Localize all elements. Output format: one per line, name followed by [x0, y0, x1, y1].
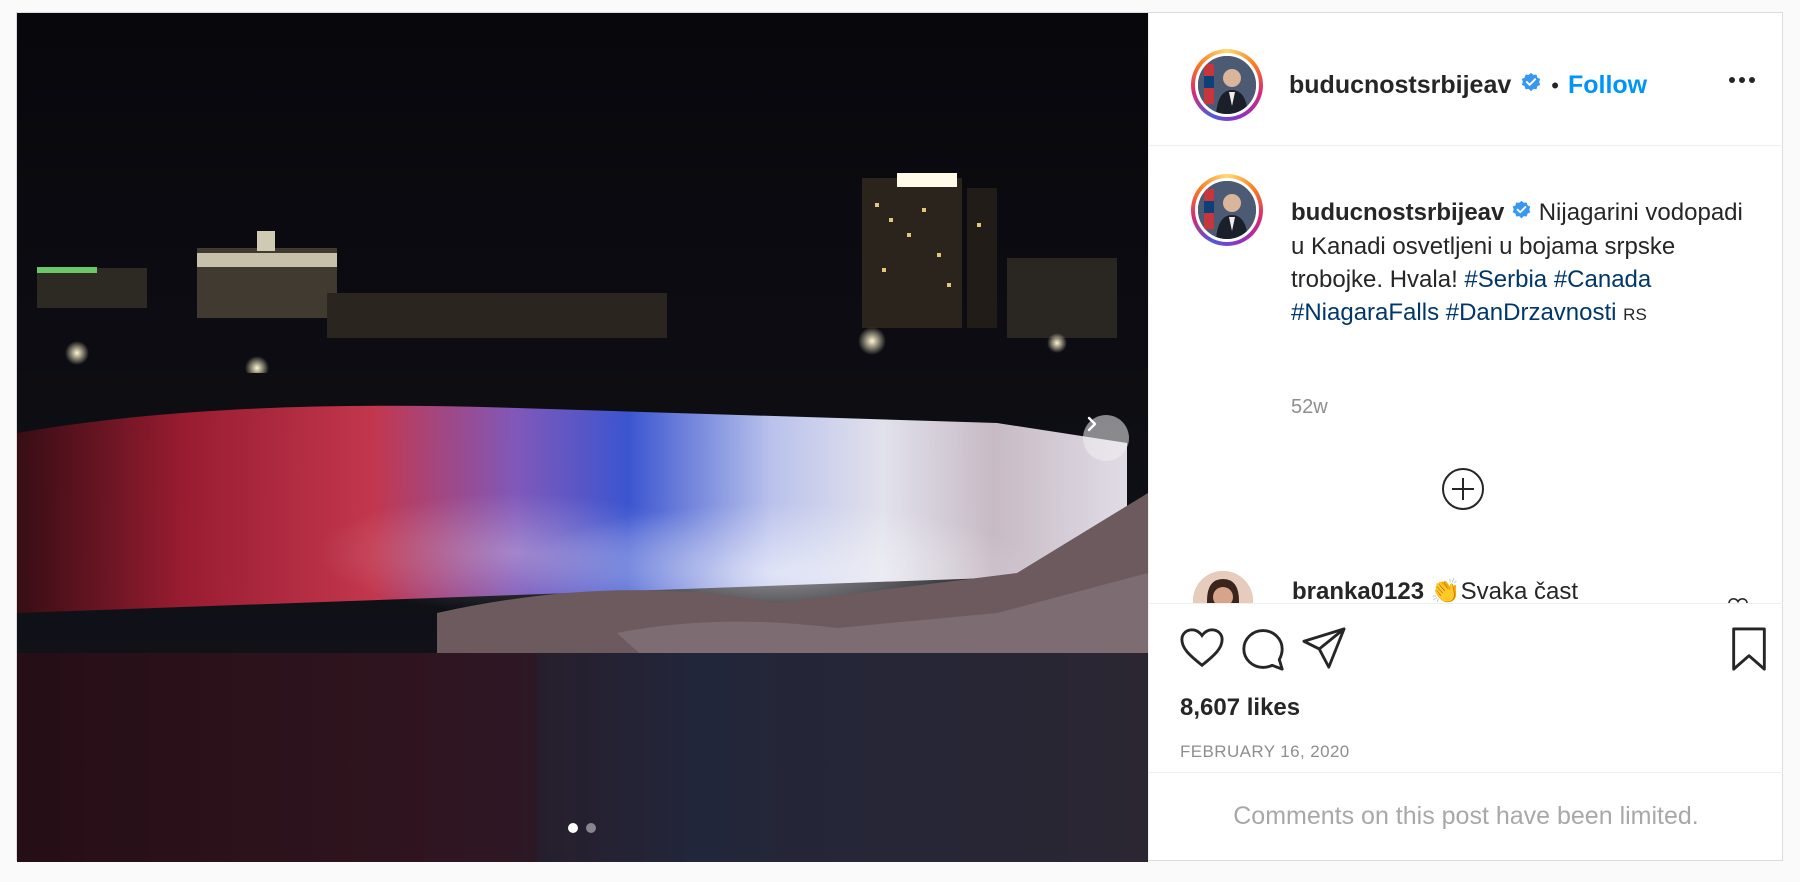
carousel-next-button[interactable] [1083, 415, 1129, 461]
carousel-indicator [568, 823, 596, 833]
follow-button[interactable]: Follow [1568, 71, 1647, 100]
author-username[interactable]: buducnostsrbijeav [1289, 71, 1511, 100]
comments-limited-notice: Comments on this post have been limited. [1149, 772, 1783, 860]
comment-text-line: branka0123 👏Svaka čast [1292, 577, 1578, 603]
hashtag-niagarafalls[interactable]: #NiagaraFalls [1291, 299, 1439, 326]
clapping-hands-emoji: 👏 [1430, 578, 1461, 603]
country-code: RS [1623, 305, 1647, 325]
post-actions: 8,607 likes FEBRUARY 16, 2020 [1149, 603, 1783, 773]
hashtag-canada[interactable]: #Canada [1554, 266, 1651, 293]
verified-badge-icon [1520, 72, 1542, 99]
more-options-icon[interactable] [1729, 77, 1755, 83]
comments-limited-text: Comments on this post have been limited. [1233, 802, 1699, 830]
plus-circle-icon [1442, 468, 1484, 510]
post-side-panel: buducnostsrbijeav • Follow buducnostsrbi… [1148, 13, 1783, 860]
paper-plane-icon[interactable] [1301, 626, 1347, 670]
niagara-falls-night-photo [17, 13, 1148, 862]
caption-username[interactable]: buducnostsrbijeav [1291, 199, 1504, 226]
chevron-right-icon [1087, 416, 1097, 432]
carousel-dot [586, 823, 596, 833]
avatar-image [1193, 571, 1253, 603]
carousel-dot-active [568, 823, 578, 833]
caption-author-avatar[interactable] [1191, 174, 1263, 246]
comment-text: Svaka čast [1460, 578, 1579, 603]
commenter-username[interactable]: branka0123 [1292, 578, 1424, 603]
avatar-image [1198, 56, 1256, 114]
likes-count[interactable]: 8,607 likes [1180, 694, 1300, 722]
separator-dot: • [1551, 72, 1559, 98]
comment-row: branka0123 👏Svaka čast [1149, 571, 1783, 603]
hashtag-dandrzavnosti[interactable]: #DanDrzavnosti [1446, 299, 1617, 326]
instagram-post: buducnostsrbijeav • Follow buducnostsrbi… [16, 12, 1783, 862]
post-caption: buducnostsrbijeav Nijagarini vodopadi u … [1291, 196, 1751, 331]
verified-badge-icon [1511, 197, 1532, 230]
heart-icon[interactable] [1179, 626, 1225, 670]
load-more-comments-button[interactable] [1440, 466, 1486, 512]
post-photo[interactable] [17, 13, 1148, 862]
post-date: FEBRUARY 16, 2020 [1180, 742, 1350, 761]
post-header: buducnostsrbijeav • Follow [1149, 13, 1783, 146]
header-user-line: buducnostsrbijeav • Follow [1289, 71, 1647, 100]
avatar-image [1198, 181, 1256, 239]
author-avatar[interactable] [1191, 49, 1263, 121]
comments-section: buducnostsrbijeav Nijagarini vodopadi u … [1149, 146, 1783, 603]
comment-bubble-icon[interactable] [1240, 626, 1286, 672]
commenter-avatar[interactable] [1193, 571, 1253, 603]
hashtag-serbia[interactable]: #Serbia [1464, 266, 1547, 293]
caption-time-ago[interactable]: 52w [1291, 396, 1328, 419]
bookmark-icon[interactable] [1729, 626, 1769, 672]
